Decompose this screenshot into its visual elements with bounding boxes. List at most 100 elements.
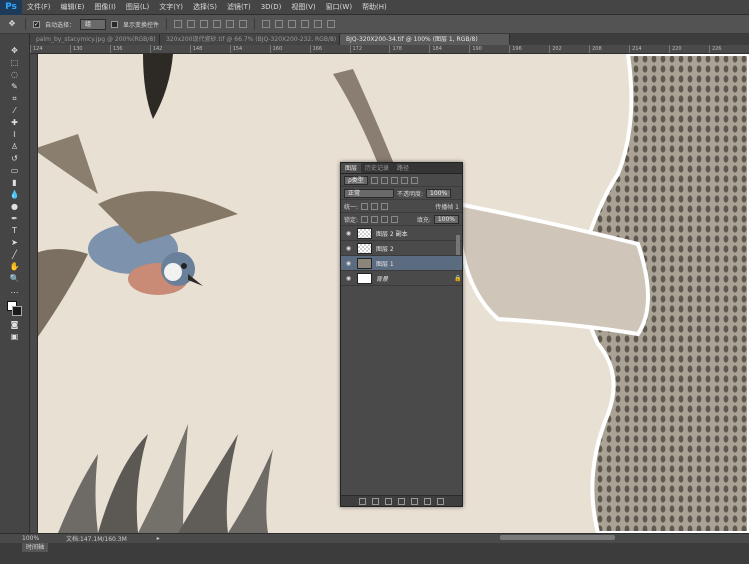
- align-hcenter-icon[interactable]: [226, 20, 235, 28]
- auto-select-label: 自动选择：: [45, 21, 76, 29]
- distribute-vcenter-icon[interactable]: [275, 20, 284, 28]
- more-tools-icon[interactable]: …: [9, 286, 21, 295]
- zoom-level[interactable]: 100%: [0, 535, 40, 542]
- distribute-right-icon[interactable]: [327, 20, 336, 28]
- brush-tool-icon[interactable]: ⌇: [9, 130, 21, 139]
- menu-select[interactable]: 选择(S): [188, 2, 222, 12]
- stamp-tool-icon[interactable]: ♙: [9, 142, 21, 151]
- menu-filter[interactable]: 滤镜(T): [222, 2, 256, 12]
- healing-tool-icon[interactable]: ✚: [9, 118, 21, 127]
- panel-scrollbar[interactable]: [456, 235, 460, 255]
- filter-adjust-icon[interactable]: [380, 176, 388, 184]
- layer-row-selected[interactable]: ◉ 图层 1: [341, 256, 462, 271]
- lock-position-icon[interactable]: [381, 215, 389, 223]
- auto-select-checkbox[interactable]: ✓: [33, 20, 40, 28]
- crop-tool-icon[interactable]: ⌗: [9, 94, 21, 103]
- eye-icon[interactable]: ◉: [344, 230, 353, 237]
- propagate-label[interactable]: 传播帧 1: [435, 202, 459, 211]
- menu-window[interactable]: 窗口(W): [321, 2, 357, 12]
- opacity-field[interactable]: 100%: [426, 188, 452, 198]
- tab-layers[interactable]: 图层: [341, 163, 362, 173]
- menu-file[interactable]: 文件(F): [22, 2, 56, 12]
- menu-type[interactable]: 文字(Y): [154, 2, 188, 12]
- lock-image-icon[interactable]: [371, 215, 379, 223]
- gradient-tool-icon[interactable]: ▮: [9, 178, 21, 187]
- lasso-tool-icon[interactable]: ◌: [9, 70, 21, 79]
- history-brush-icon[interactable]: ↺: [9, 154, 21, 163]
- tab-history[interactable]: 历史记录: [361, 163, 393, 173]
- delete-layer-icon[interactable]: [437, 497, 444, 505]
- align-vcenter-icon[interactable]: [187, 20, 196, 28]
- add-mask-icon[interactable]: [385, 497, 392, 505]
- screen-mode-icon[interactable]: ▣: [9, 332, 21, 341]
- menu-3d[interactable]: 3D(D): [256, 3, 287, 11]
- lock-all-icon[interactable]: [391, 215, 399, 223]
- separator: [166, 18, 168, 30]
- zoom-tool-icon[interactable]: 🔍: [9, 274, 21, 283]
- eraser-tool-icon[interactable]: ▭: [9, 166, 21, 175]
- status-menu-arrow-icon[interactable]: ▸: [157, 535, 160, 542]
- doc-tab-1[interactable]: palm_by_stacymicy.jpg @ 200%(RGB/8): [30, 34, 160, 45]
- fill-field[interactable]: 100%: [433, 214, 459, 224]
- horizontal-scrollbar[interactable]: [500, 535, 615, 540]
- layer-row[interactable]: ◉ 图层 2 副本: [341, 226, 462, 241]
- new-group-icon[interactable]: [411, 497, 418, 505]
- timeline-panel: [0, 543, 749, 564]
- distribute-top-icon[interactable]: [262, 20, 271, 28]
- menu-image[interactable]: 图像(I): [89, 2, 121, 12]
- eyedropper-tool-icon[interactable]: ⁄: [9, 106, 21, 115]
- document-tab-bar: palm_by_stacymicy.jpg @ 200%(RGB/8) 320x…: [30, 34, 749, 45]
- hand-tool-icon[interactable]: ✋: [9, 262, 21, 271]
- doc-tab-active[interactable]: BJQ-320X200-34.tif @ 100% (图层 1, RGB/8): [340, 34, 510, 45]
- unify-position-icon[interactable]: [361, 202, 369, 210]
- path-select-tool-icon[interactable]: ➤: [9, 238, 21, 247]
- tab-paths[interactable]: 路径: [393, 163, 413, 173]
- move-tool-preset-icon[interactable]: ✥: [6, 20, 18, 29]
- menu-edit[interactable]: 编辑(E): [56, 2, 90, 12]
- link-layers-icon[interactable]: [359, 497, 366, 505]
- lock-transparent-icon[interactable]: [361, 215, 369, 223]
- layer-row-background[interactable]: ◉ 背景 🔒: [341, 271, 462, 286]
- move-tool-icon[interactable]: ✥: [9, 46, 21, 55]
- eye-icon[interactable]: ◉: [344, 245, 353, 252]
- dodge-tool-icon[interactable]: ●: [9, 202, 21, 211]
- menu-help[interactable]: 帮助(H): [357, 2, 392, 12]
- color-swatches[interactable]: [6, 301, 23, 317]
- timeline-tab[interactable]: 时间轴: [22, 543, 49, 552]
- filter-type-icon[interactable]: [390, 176, 398, 184]
- eye-icon[interactable]: ◉: [344, 260, 353, 267]
- fx-icon[interactable]: [372, 497, 379, 505]
- type-tool-icon[interactable]: T: [9, 226, 21, 235]
- align-right-icon[interactable]: [239, 20, 248, 28]
- blur-tool-icon[interactable]: 💧: [9, 190, 21, 199]
- doc-size[interactable]: 文档:147.1M/160.3M: [66, 534, 127, 543]
- new-layer-icon[interactable]: [424, 497, 431, 505]
- marquee-tool-icon[interactable]: ⬚: [9, 58, 21, 67]
- align-bottom-icon[interactable]: [200, 20, 209, 28]
- pen-tool-icon[interactable]: ✒: [9, 214, 21, 223]
- distribute-bottom-icon[interactable]: [288, 20, 297, 28]
- layer-row[interactable]: ◉ 图层 2: [341, 241, 462, 256]
- filter-pixel-icon[interactable]: [370, 176, 378, 184]
- blend-mode-dropdown[interactable]: 正常: [344, 188, 394, 198]
- align-left-icon[interactable]: [213, 20, 222, 28]
- filter-shape-icon[interactable]: [400, 176, 408, 184]
- shape-tool-icon[interactable]: ╱: [9, 250, 21, 259]
- show-transform-checkbox[interactable]: [111, 20, 119, 28]
- unify-style-icon[interactable]: [381, 202, 389, 210]
- auto-select-dropdown[interactable]: 组: [80, 18, 107, 30]
- filter-smart-icon[interactable]: [410, 176, 418, 184]
- adjustment-layer-icon[interactable]: [398, 497, 405, 505]
- unify-visibility-icon[interactable]: [371, 202, 379, 210]
- eye-icon[interactable]: ◉: [344, 275, 353, 282]
- menu-view[interactable]: 视图(V): [286, 2, 320, 12]
- quick-mask-icon[interactable]: ◙: [9, 320, 21, 329]
- distribute-hcenter-icon[interactable]: [314, 20, 323, 28]
- distribute-left-icon[interactable]: [301, 20, 310, 28]
- doc-tab-2[interactable]: 320x200现代瓷砂.tif @ 66.7% (BJQ-320X200-232…: [160, 34, 340, 45]
- background-color-swatch[interactable]: [11, 306, 22, 316]
- align-top-icon[interactable]: [174, 20, 183, 28]
- menu-layer[interactable]: 图层(L): [121, 2, 154, 12]
- kind-filter-dropdown[interactable]: ρ类型: [344, 175, 368, 185]
- quick-select-tool-icon[interactable]: ✎: [9, 82, 21, 91]
